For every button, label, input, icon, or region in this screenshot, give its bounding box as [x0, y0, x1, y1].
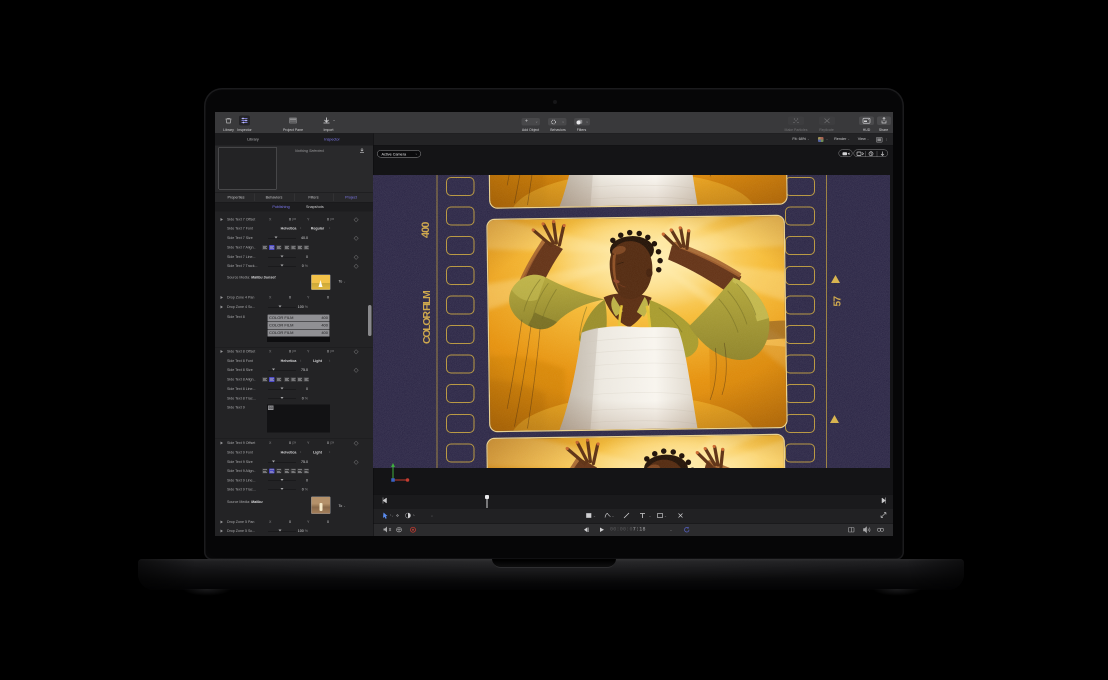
svg-text:⌄: ⌄	[593, 514, 596, 518]
svg-text:⌄: ⌄	[612, 514, 615, 518]
svg-text:⌄: ⌄	[664, 514, 667, 518]
svg-text:⌄: ⌄	[649, 514, 652, 518]
